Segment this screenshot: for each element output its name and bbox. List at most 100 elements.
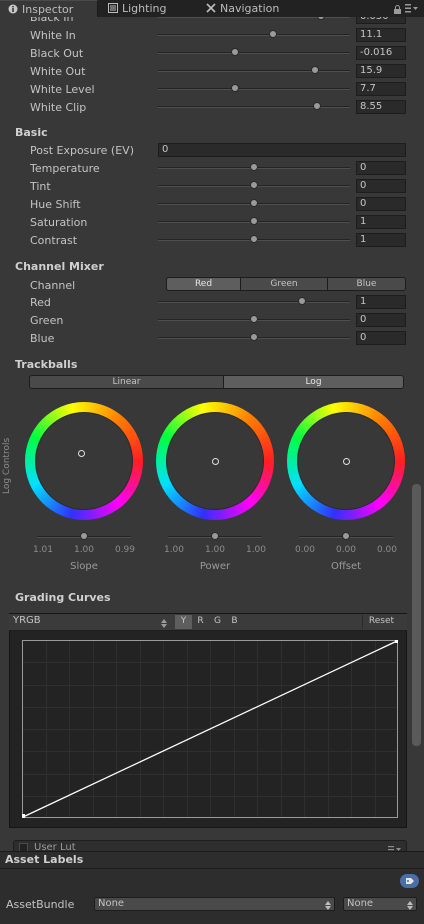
wheel-handle[interactable] (211, 457, 219, 465)
value-field[interactable]: 0 (356, 313, 406, 327)
lighting-icon (108, 1, 118, 13)
row-label: White Clip (30, 101, 87, 114)
slider-thumb[interactable] (250, 333, 258, 341)
row-label: Black Out (30, 47, 84, 60)
row-label: White Out (30, 65, 86, 78)
wheel-slider-thumb[interactable] (211, 532, 219, 540)
asset-bundle-dropdown[interactable]: None (94, 897, 335, 911)
tab-navigation[interactable]: Navigation (198, 0, 308, 17)
slider-thumb[interactable] (298, 297, 306, 305)
row-label: Contrast (30, 234, 78, 247)
tab-label: Lighting (122, 2, 167, 15)
wheel-label: Offset (330, 561, 362, 572)
curve-point-end[interactable] (395, 640, 398, 643)
dropdown-arrows-icon (161, 618, 167, 631)
tab-inspector[interactable]: Inspector (0, 0, 98, 17)
slider-thumb[interactable] (313, 102, 322, 110)
user-lut-toggle[interactable] (19, 843, 28, 851)
label-tag-icon[interactable] (400, 874, 419, 888)
wheel-value: 0.99 (114, 545, 136, 555)
value-field[interactable]: 1 (356, 233, 406, 247)
curve-b-button[interactable]: B (226, 615, 243, 629)
tab-label: Inspector (22, 3, 74, 16)
post-exposure-field[interactable]: 0 (158, 143, 406, 157)
post-exposure-label: Post Exposure (EV) (30, 144, 134, 157)
mode-linear-button[interactable]: Linear (29, 375, 224, 389)
slider-thumb[interactable] (250, 163, 258, 171)
wheel-handle[interactable] (342, 457, 350, 465)
curve-y-button[interactable]: Y (175, 615, 192, 629)
slider-track[interactable] (158, 34, 350, 36)
slider-thumb[interactable] (230, 84, 239, 92)
row-label: Tint (30, 180, 51, 193)
slider-track[interactable] (158, 52, 350, 54)
asset-labels-title: Asset Labels (5, 853, 84, 866)
slider-track[interactable] (158, 106, 350, 108)
wheel-value: 1.00 (204, 545, 226, 555)
value-field[interactable]: 0 (356, 197, 406, 211)
value-field[interactable]: 7.7 (356, 82, 406, 96)
row-label: Green (30, 314, 64, 327)
slider-thumb[interactable] (250, 235, 258, 243)
slider-thumb[interactable] (269, 30, 278, 38)
basic-section-title: Basic (15, 126, 48, 139)
channel-red-button[interactable]: Red (166, 277, 241, 291)
curve-g-button[interactable]: G (209, 615, 226, 629)
asset-bundle-label: AssetBundle (6, 898, 75, 911)
value-field[interactable]: 1 (356, 295, 406, 309)
row-label: Red (30, 296, 51, 309)
row-label: Blue (30, 332, 55, 345)
inspector-scrollbar[interactable] (412, 484, 421, 746)
value-field[interactable]: 0 (356, 179, 406, 193)
menu-icon[interactable] (405, 3, 419, 16)
tab-label: Navigation (220, 2, 280, 15)
trackballs-title: Trackballs (15, 358, 78, 371)
channel-green-button[interactable]: Green (240, 277, 328, 291)
dropdown-arrows-icon (407, 900, 413, 913)
wheel-slider-thumb[interactable] (80, 532, 88, 540)
grading-curves-title: Grading Curves (15, 591, 111, 604)
value-field[interactable]: 8.55 (356, 100, 406, 114)
wheel-label: Slope (70, 561, 98, 572)
slider-thumb[interactable] (250, 181, 258, 189)
divider (0, 868, 424, 869)
wheel-handle[interactable] (77, 450, 85, 458)
row-label: Hue Shift (30, 198, 81, 211)
row-label: Temperature (30, 162, 100, 175)
navigation-icon (206, 1, 216, 13)
curve-mode-value: YRGB (13, 615, 41, 626)
value-field[interactable]: 1 (356, 215, 406, 229)
value-field[interactable]: 15.9 (356, 64, 406, 78)
curve-graph[interactable] (22, 640, 398, 818)
channel-blue-button[interactable]: Blue (327, 277, 406, 291)
log-controls-label: Log Controls (2, 437, 12, 494)
lock-icon[interactable] (393, 4, 402, 17)
slider-track[interactable] (158, 88, 350, 90)
curve-reset-button[interactable]: Reset (362, 615, 400, 629)
wheel-label: Power (199, 561, 231, 572)
channel-label: Channel (30, 279, 76, 292)
info-icon (8, 2, 18, 14)
value-field[interactable]: 0 (356, 331, 406, 345)
mode-log-button[interactable]: Log (223, 375, 404, 389)
slider-track[interactable] (158, 301, 350, 303)
wheel-value: 0.00 (335, 545, 357, 555)
slider-thumb[interactable] (250, 199, 258, 207)
slider-thumb[interactable] (250, 217, 258, 225)
value-field[interactable]: -0.016 (356, 46, 406, 60)
asset-variant-dropdown[interactable]: None (343, 897, 417, 911)
wheel-center[interactable] (35, 412, 133, 510)
wheel-value: 1.00 (245, 545, 267, 555)
curve-point-start[interactable] (22, 814, 25, 818)
row-label: White Level (30, 83, 95, 96)
curve-mode-dropdown[interactable]: YRGB (10, 615, 170, 629)
slider-thumb[interactable] (230, 48, 239, 56)
tab-lighting[interactable]: Lighting (100, 0, 196, 17)
value-field[interactable]: 11.1 (356, 28, 406, 42)
slider-thumb[interactable] (250, 315, 258, 323)
value-field[interactable]: 0 (356, 161, 406, 175)
curve-r-button[interactable]: R (192, 615, 209, 629)
slider-track[interactable] (158, 70, 350, 72)
wheel-slider-thumb[interactable] (342, 532, 350, 540)
slider-thumb[interactable] (311, 66, 320, 74)
